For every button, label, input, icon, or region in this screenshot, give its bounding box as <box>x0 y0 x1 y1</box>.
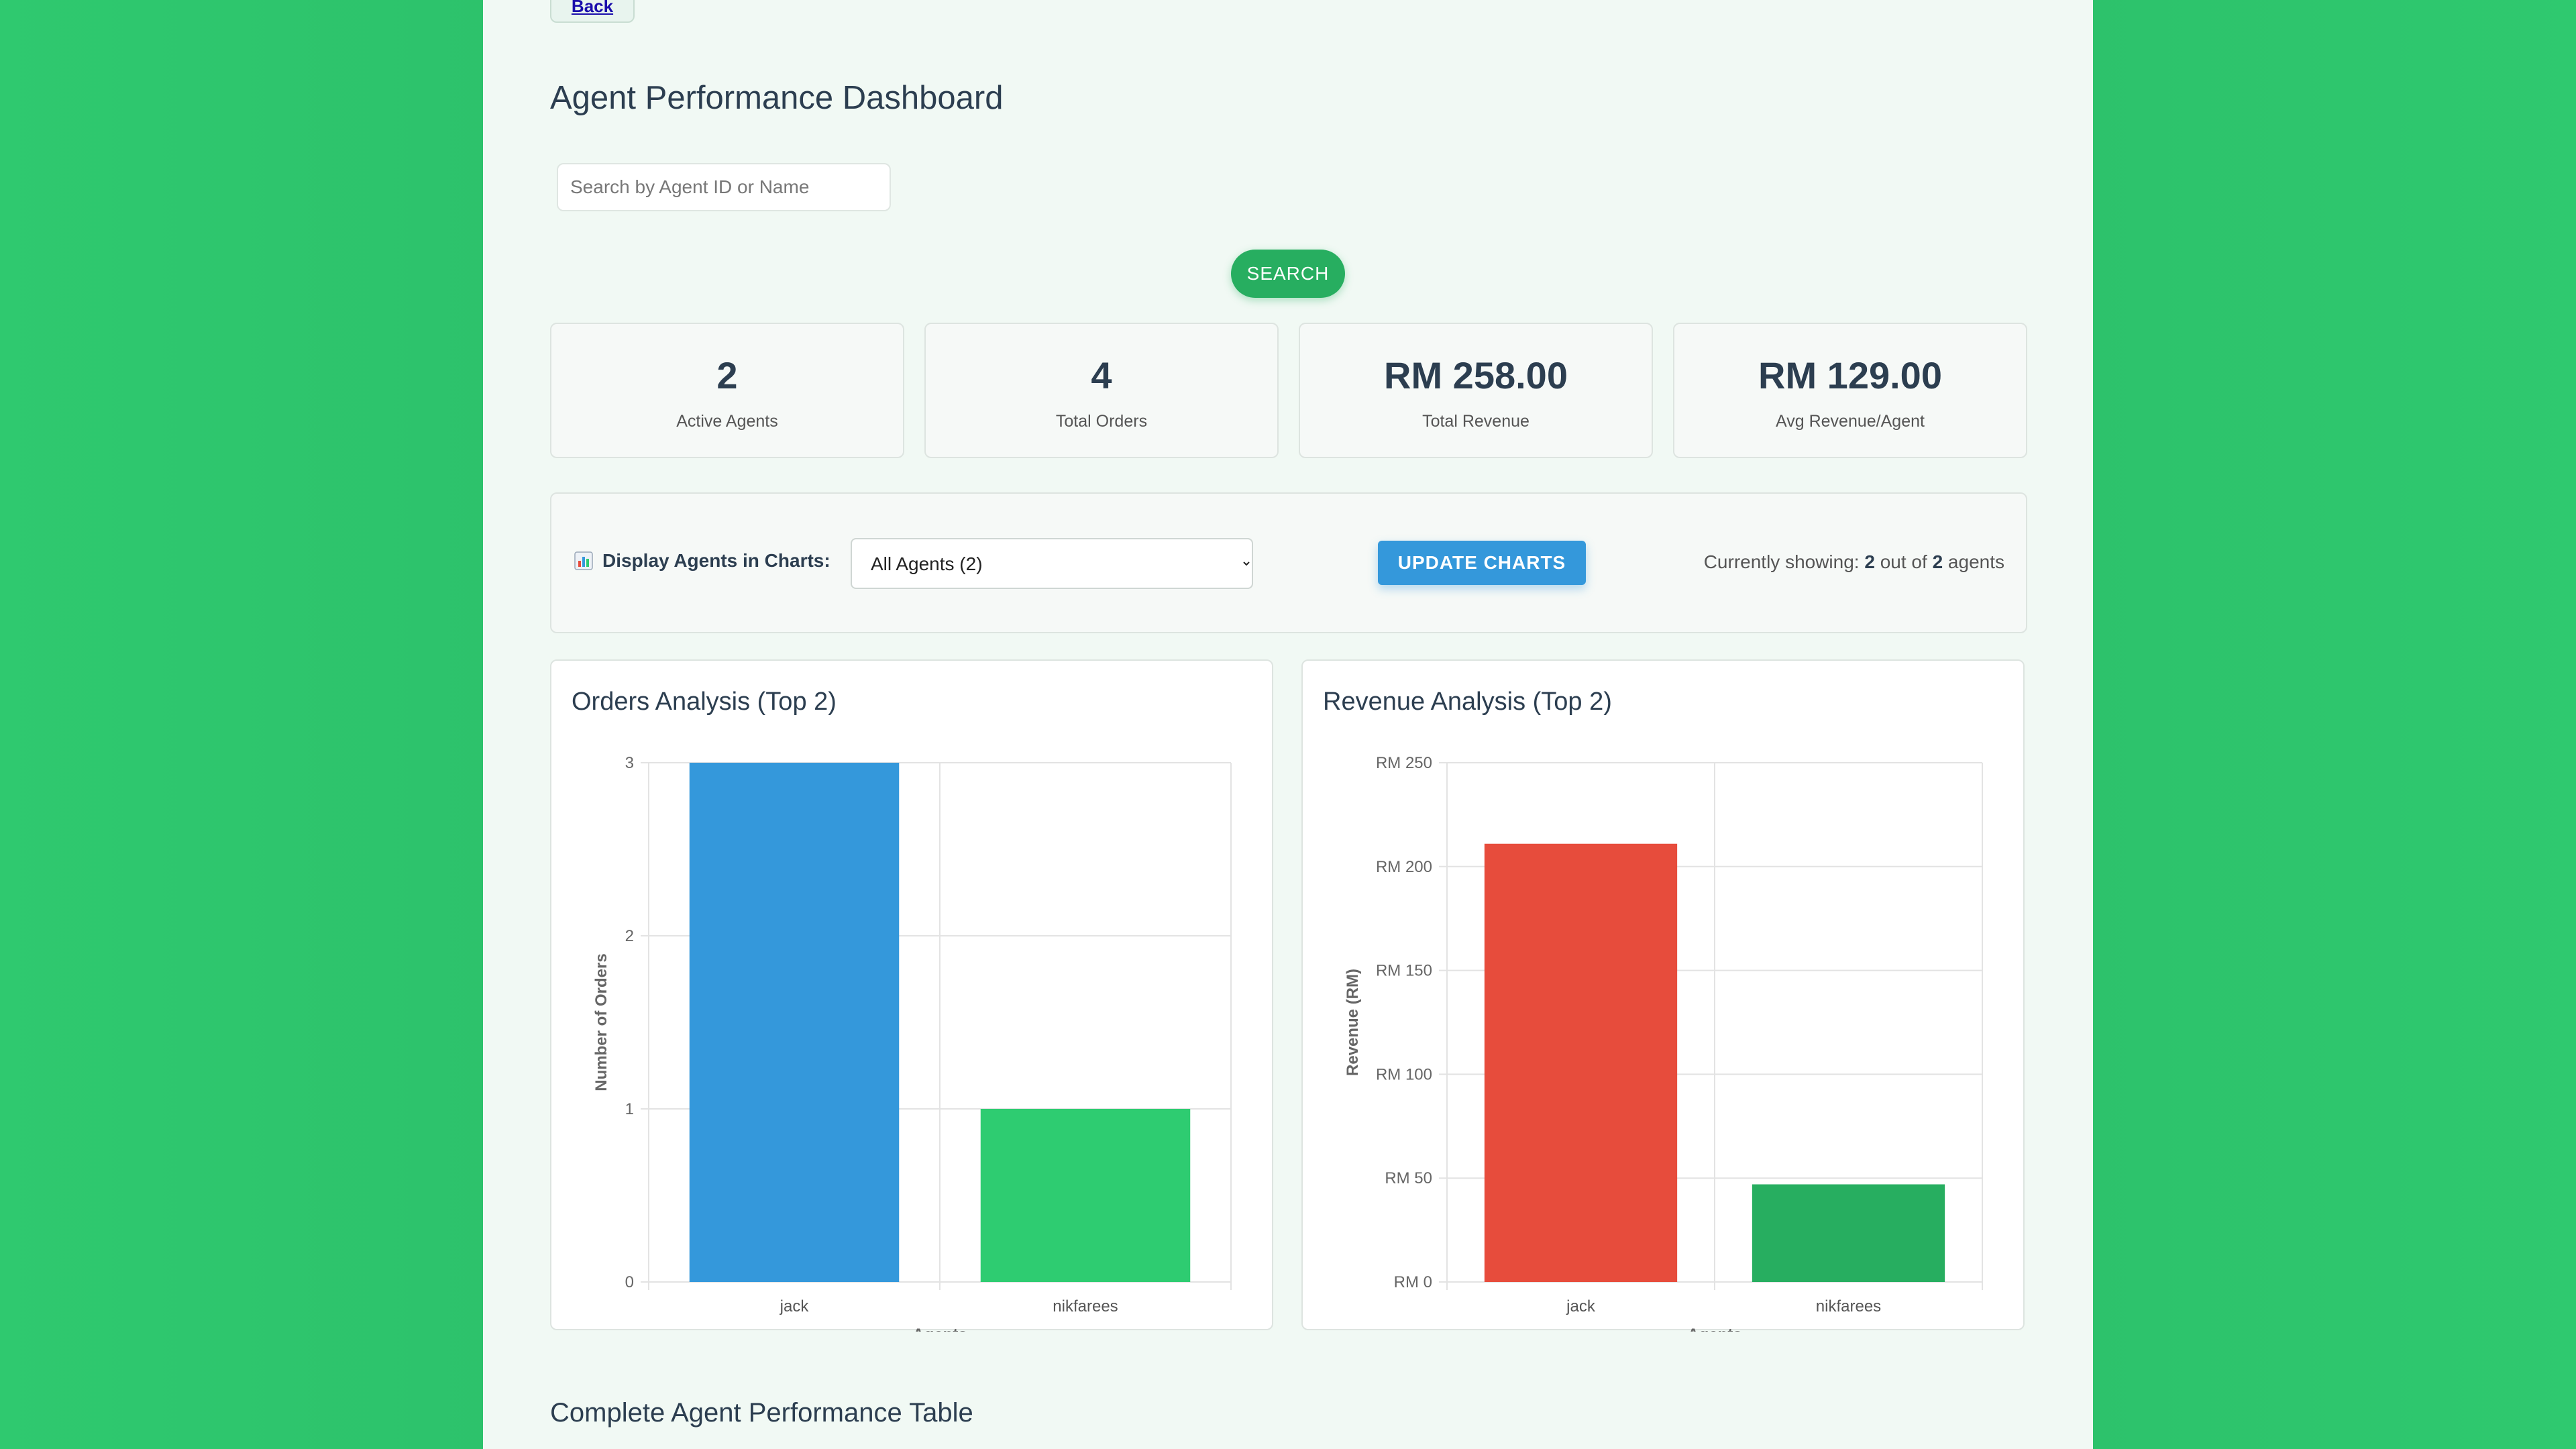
y-axis-title: Number of Orders <box>592 953 610 1091</box>
y-tick-label: 3 <box>625 754 634 772</box>
bar-chart-icon <box>574 551 593 570</box>
y-tick-label: 1 <box>625 1100 634 1118</box>
stat-value: 4 <box>1091 354 1112 396</box>
stat-label: Avg Revenue/Agent <box>1776 412 1925 431</box>
orders-bar-chart: 0 1 2 3 jack nikfarees Agents Number of Orders <box>592 754 1232 1332</box>
chart-controls-panel: Display Agents in Charts: All Agents (2)… <box>550 492 2027 633</box>
search-input[interactable] <box>557 163 891 211</box>
stat-card-active-agents: 2 Active Agents <box>550 323 904 458</box>
revenue-chart-card: Revenue Analysis (Top 2) RM 0 RM 50 RM 100… <box>1301 659 2025 1332</box>
y-tick-label: RM 100 <box>1376 1065 1432 1083</box>
y-tick-label: RM 200 <box>1376 858 1432 876</box>
revenue-bar-chart: RM 0 RM 50 RM 100 RM 150 RM 200 RM 250 jack nik… <box>1344 754 1983 1332</box>
x-axis-title: Agents <box>1687 1326 1741 1332</box>
y-tick-label: 0 <box>625 1273 634 1291</box>
stat-value: RM 129.00 <box>1758 354 1942 396</box>
showing-mid: out of <box>1880 551 1927 572</box>
x-tick-label: nikfarees <box>1816 1297 1881 1316</box>
bar-jack <box>1484 843 1678 1282</box>
y-tick-label: RM 0 <box>1394 1273 1432 1291</box>
stat-label: Total Revenue <box>1422 412 1529 431</box>
back-link[interactable]: Back <box>572 0 613 16</box>
agents-display-select[interactable]: All Agents (2) <box>851 538 1253 589</box>
stat-value: RM 258.00 <box>1384 354 1568 396</box>
bar-nikfarees <box>980 1109 1191 1282</box>
x-tick-label: jack <box>1566 1297 1596 1316</box>
stat-label: Total Orders <box>1055 412 1148 431</box>
table-title: Complete Agent Performance Table <box>550 1398 973 1428</box>
stat-value: 2 <box>716 354 738 396</box>
y-axis-title: Revenue (RM) <box>1344 969 1362 1076</box>
bar-nikfarees <box>1752 1184 1945 1282</box>
display-agents-label: Display Agents in Charts: <box>602 550 830 571</box>
orders-chart-card: Orders Analysis (Top 2) 0 1 2 3 jack nikfaree… <box>550 659 1273 1332</box>
bar-jack <box>689 763 900 1282</box>
y-tick-label: RM 50 <box>1385 1169 1432 1187</box>
showing-count: 2 <box>1864 551 1875 572</box>
y-tick-label: 2 <box>625 927 634 945</box>
back-button[interactable]: Back <box>550 0 635 23</box>
y-tick-label: RM 150 <box>1376 962 1432 980</box>
x-tick-label: jack <box>780 1297 810 1316</box>
stat-card-avg-revenue: RM 129.00 Avg Revenue/Agent <box>1673 323 2027 458</box>
showing-status: Currently showing: 2 out of 2 agents <box>1704 551 2004 573</box>
dashboard-container: Back Agent Performance Dashboard SEARCH … <box>483 0 2093 1449</box>
x-tick-label: nikfarees <box>1053 1297 1118 1316</box>
stat-label: Active Agents <box>676 412 778 431</box>
page-title: Agent Performance Dashboard <box>550 80 1004 116</box>
y-tick-label: RM 250 <box>1376 754 1432 772</box>
showing-total: 2 <box>1932 551 1943 572</box>
update-charts-button[interactable]: UPDATE CHARTS <box>1378 541 1586 585</box>
x-axis-title: Agents <box>912 1326 967 1332</box>
stat-card-total-orders: 4 Total Orders <box>924 323 1279 458</box>
search-button[interactable]: SEARCH <box>1231 250 1345 298</box>
showing-suffix: agents <box>1947 551 2004 572</box>
stat-card-total-revenue: RM 258.00 Total Revenue <box>1299 323 1653 458</box>
showing-prefix: Currently showing: <box>1703 551 1860 572</box>
